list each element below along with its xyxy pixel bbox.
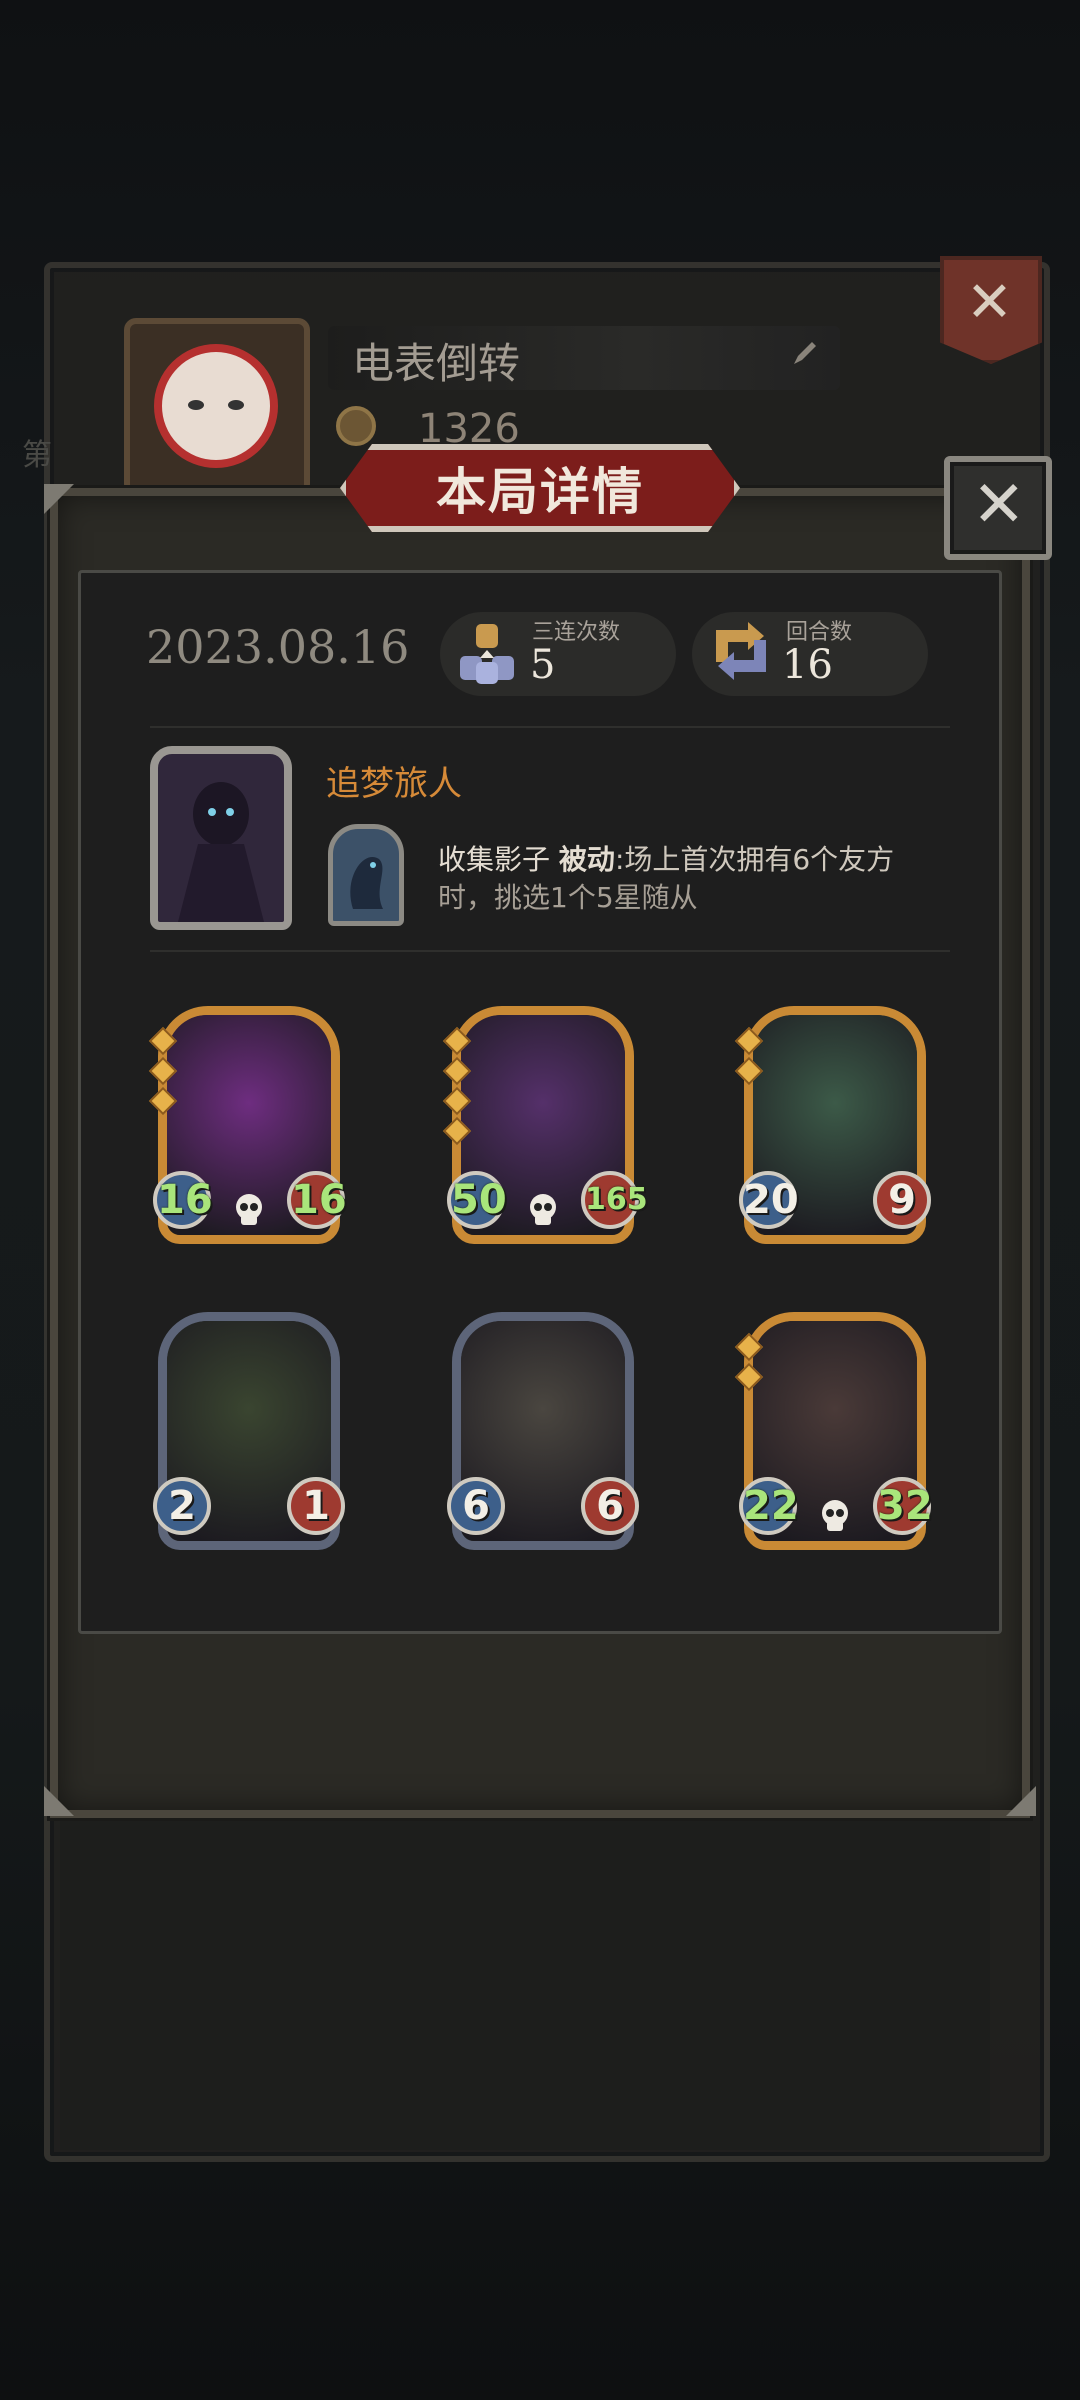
modal-title: 本局详情 xyxy=(436,463,644,521)
star-rating xyxy=(734,1332,764,1397)
health-stat: 1 xyxy=(287,1477,345,1535)
star-icon xyxy=(442,1026,472,1056)
unit-card[interactable]: 22 32 xyxy=(734,1312,933,1550)
divider xyxy=(150,726,950,728)
skull-icon xyxy=(236,1194,262,1225)
hero-portrait[interactable] xyxy=(150,746,292,930)
star-icon xyxy=(148,1056,178,1086)
player-name: 电表倒转 xyxy=(352,339,521,388)
avatar-face-icon xyxy=(154,344,278,468)
close-icon: ✕ xyxy=(972,468,1026,542)
star-rating xyxy=(442,1026,472,1151)
attack-stat: 6 xyxy=(447,1477,505,1535)
star-icon xyxy=(734,1026,764,1056)
health-stat: 32 xyxy=(873,1477,933,1535)
skill-name: 收集影子 xyxy=(438,843,551,876)
attack-stat: 2 xyxy=(153,1477,211,1535)
health-stat: 16 xyxy=(287,1171,347,1229)
star-icon xyxy=(734,1362,764,1392)
rounds-value: 16 xyxy=(782,642,833,688)
attack-stat: 22 xyxy=(739,1477,799,1535)
triples-value: 5 xyxy=(530,642,556,688)
unit-card[interactable]: 16 16 xyxy=(148,1006,347,1244)
close-icon: ✕ xyxy=(966,270,1013,335)
skill-desc-1: :场上首次拥有6个友方 xyxy=(614,843,895,876)
attack-stat: 50 xyxy=(447,1171,507,1229)
unit-card[interactable]: 21 xyxy=(153,1312,345,1550)
unit-card[interactable]: 20 9 xyxy=(734,1006,931,1244)
unit-card[interactable]: 50 165 xyxy=(442,1006,648,1244)
star-icon xyxy=(148,1026,178,1056)
star-icon xyxy=(148,1086,178,1116)
profile-close-button[interactable]: ✕ xyxy=(940,256,1042,364)
health-stat: 165 xyxy=(581,1171,648,1229)
side-label: 第 xyxy=(22,438,52,473)
profile-panel-footer xyxy=(60,1760,990,2150)
hero-skill-icon[interactable] xyxy=(328,824,404,926)
star-icon xyxy=(734,1056,764,1086)
health-stat: 6 xyxy=(581,1477,639,1535)
star-rating xyxy=(148,1026,178,1121)
attack-stat: 16 xyxy=(153,1171,213,1229)
star-icon xyxy=(442,1056,472,1086)
star-icon xyxy=(442,1116,472,1146)
star-icon xyxy=(442,1086,472,1116)
skull-icon xyxy=(822,1500,848,1531)
unit-card[interactable]: 66 xyxy=(447,1312,639,1550)
skull-icon xyxy=(530,1194,556,1225)
avatar[interactable] xyxy=(124,318,310,496)
pencil-icon[interactable] xyxy=(790,338,820,368)
attack-stat: 20 xyxy=(739,1171,799,1229)
health-stat: 9 xyxy=(873,1171,931,1229)
star-icon xyxy=(734,1332,764,1362)
modal-close-button[interactable]: ✕ xyxy=(944,456,1052,560)
hero-name: 追梦旅人 xyxy=(326,764,462,804)
hooded-hero-icon xyxy=(178,782,264,922)
star-rating xyxy=(734,1026,764,1091)
skill-description-line2: 时，挑选1个5星随从 xyxy=(438,881,698,914)
rounds-cycle-icon xyxy=(716,622,766,680)
coin-icon xyxy=(336,406,376,446)
shadow-skill-icon xyxy=(350,857,383,909)
skill-description-line1: 收集影子 被动:场上首次拥有6个友方 xyxy=(438,838,894,878)
game-date: 2023.08.16 xyxy=(146,620,410,674)
triple-merge-icon xyxy=(460,624,514,684)
divider xyxy=(150,950,950,952)
skill-tag: 被动 xyxy=(558,843,615,876)
